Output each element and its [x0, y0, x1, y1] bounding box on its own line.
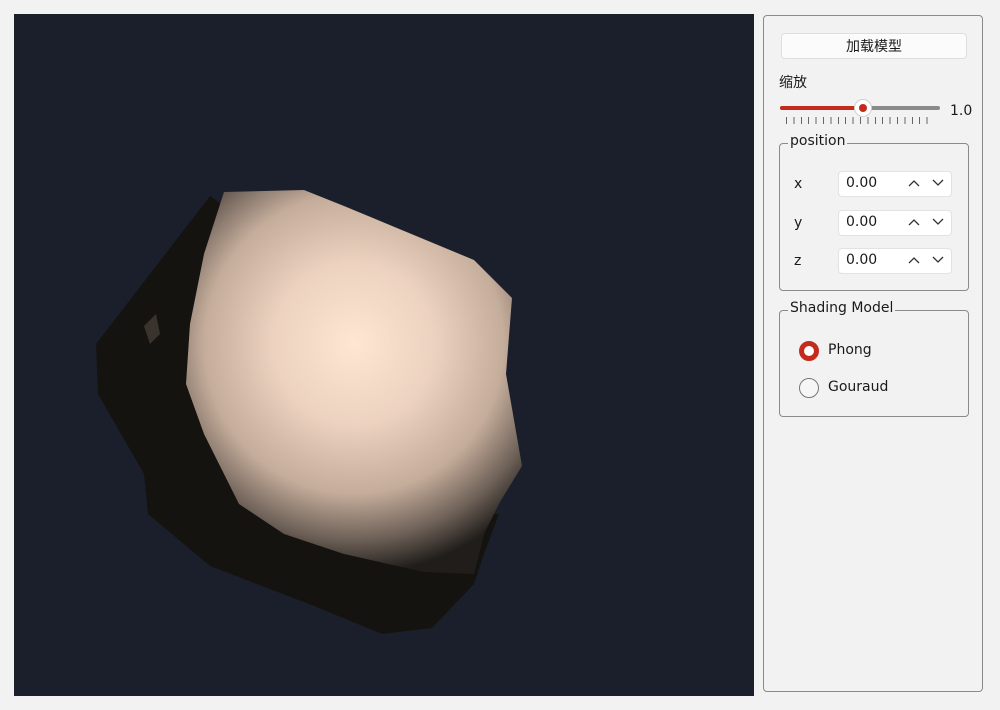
position-z-value: 0.00	[846, 252, 878, 268]
radio-gouraud-indicator	[799, 378, 819, 398]
position-group: position x 0.00 y 0.00 z 0.00	[779, 133, 969, 291]
position-x-decrement-button[interactable]	[927, 172, 949, 196]
zoom-slider[interactable]	[780, 100, 940, 116]
chevron-down-icon	[932, 218, 944, 225]
chevron-down-icon	[932, 179, 944, 186]
position-y-label: y	[794, 215, 803, 231]
shading-model-title: Shading Model	[788, 300, 896, 316]
chevron-up-icon	[908, 180, 920, 187]
3d-viewport[interactable]	[14, 14, 754, 696]
position-y-decrement-button[interactable]	[927, 211, 949, 235]
position-x-label: x	[794, 176, 803, 192]
zoom-label: 缩放	[779, 75, 807, 91]
zoom-slider-ticks	[786, 117, 934, 124]
control-panel: 加载模型 缩放 1.0 position x 0.00 y 0.00 z 0.0…	[763, 15, 983, 692]
zoom-value: 1.0	[950, 103, 973, 119]
position-y-value: 0.00	[846, 214, 878, 230]
position-x-increment-button[interactable]	[903, 172, 925, 196]
position-y-spinbox[interactable]: 0.00	[838, 210, 952, 236]
position-z-spinbox[interactable]: 0.00	[838, 248, 952, 274]
radio-gouraud-label: Gouraud	[828, 379, 889, 395]
zoom-slider-thumb[interactable]	[855, 100, 872, 116]
radio-phong-indicator	[799, 341, 819, 361]
rendered-model	[96, 190, 522, 634]
position-z-increment-button[interactable]	[903, 249, 925, 273]
load-model-button[interactable]: 加载模型	[781, 33, 967, 59]
position-x-value: 0.00	[846, 175, 878, 191]
position-x-spinbox[interactable]: 0.00	[838, 171, 952, 197]
position-z-label: z	[794, 253, 802, 269]
chevron-up-icon	[908, 257, 920, 264]
chevron-down-icon	[932, 256, 944, 263]
position-group-title: position	[788, 133, 848, 149]
zoom-slider-fill	[780, 106, 864, 110]
radio-phong-label: Phong	[828, 342, 872, 358]
shading-model-group: Shading Model Phong Gouraud	[779, 300, 969, 417]
position-y-increment-button[interactable]	[903, 211, 925, 235]
chevron-up-icon	[908, 219, 920, 226]
position-z-decrement-button[interactable]	[927, 249, 949, 273]
